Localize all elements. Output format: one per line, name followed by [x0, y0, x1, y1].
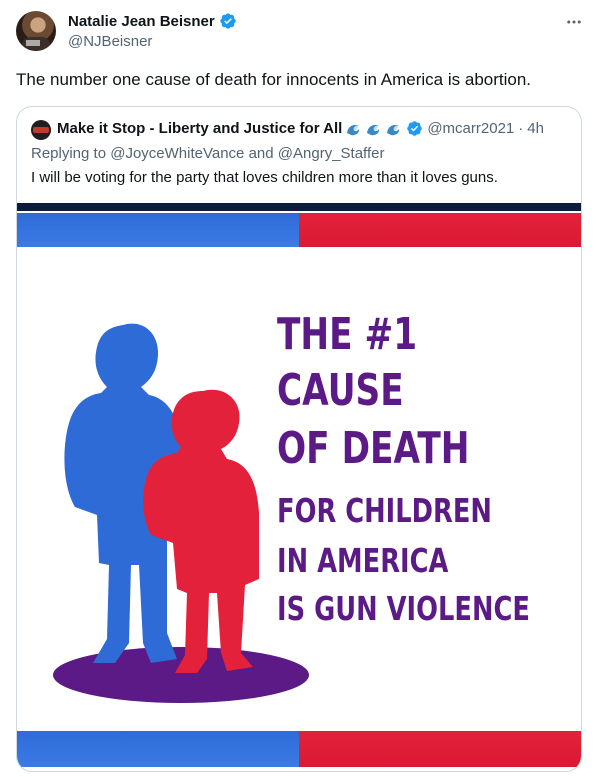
stripe-red [299, 213, 581, 247]
stripe-red [299, 731, 581, 767]
replying-to: Replying to @JoyceWhiteVance and @Angry_… [31, 145, 384, 162]
tweet[interactable]: Natalie Jean Beisner @NJBeisner The numb… [0, 0, 598, 777]
author-avatar[interactable] [16, 11, 56, 51]
mention-link[interactable]: @Angry_Staffer [278, 145, 385, 162]
mention-link[interactable]: @JoyceWhiteVance [110, 145, 244, 162]
tweet-text: The number one cause of death for innoce… [16, 70, 532, 89]
poster-top-band [17, 203, 581, 211]
verified-badge-icon[interactable] [219, 12, 237, 30]
author-name-row: Natalie Jean Beisner [68, 12, 237, 30]
stripe-blue [17, 213, 299, 247]
wave-emoji-icon [387, 124, 400, 135]
quoted-tweet[interactable]: Make it Stop - Liberty and Justice for A… [16, 106, 582, 772]
stripe-blue [17, 731, 299, 767]
quoted-avatar-band [33, 127, 49, 133]
poster-line-5: IN AMERICA [277, 541, 449, 580]
poster-line-3: OF DEATH [277, 423, 470, 474]
quoted-author-avatar[interactable] [31, 120, 51, 140]
quoted-image[interactable]: THE #1 CAUSE OF DEATH FOR CHILDREN IN AM… [17, 203, 581, 771]
wave-emoji-icon [367, 124, 380, 135]
more-dots-icon [567, 20, 581, 24]
poster-line-1: THE #1 [277, 309, 418, 360]
replying-and: and [244, 145, 278, 162]
wave-emoji-icon [347, 124, 360, 135]
poster-line-2: CAUSE [277, 365, 404, 416]
replying-prefix: Replying to [31, 145, 111, 162]
author-display-name[interactable]: Natalie Jean Beisner [68, 13, 215, 30]
dot-separator: · [518, 120, 524, 137]
verified-badge-icon[interactable] [406, 120, 423, 137]
poster-top-stripe [17, 213, 581, 247]
poster-line-6: IS GUN VIOLENCE [277, 589, 531, 628]
author-handle[interactable]: @NJBeisner [68, 33, 152, 50]
quoted-timestamp[interactable]: 4h [527, 120, 544, 137]
poster-bottom-stripe [17, 731, 581, 767]
more-horizontal-icon[interactable] [562, 10, 586, 34]
ground-shadow [53, 647, 309, 703]
poster-line-4: FOR CHILDREN [277, 491, 492, 530]
avatar-shirt-print [26, 40, 40, 46]
quoted-author-display-name[interactable]: Make it Stop - Liberty and Justice for A… [57, 120, 342, 137]
quoted-author-row: Make it Stop - Liberty and Justice for A… [57, 120, 544, 137]
quoted-tweet-text: I will be voting for the party that love… [31, 169, 498, 186]
quoted-author-handle[interactable]: @mcarr2021 [427, 120, 514, 137]
